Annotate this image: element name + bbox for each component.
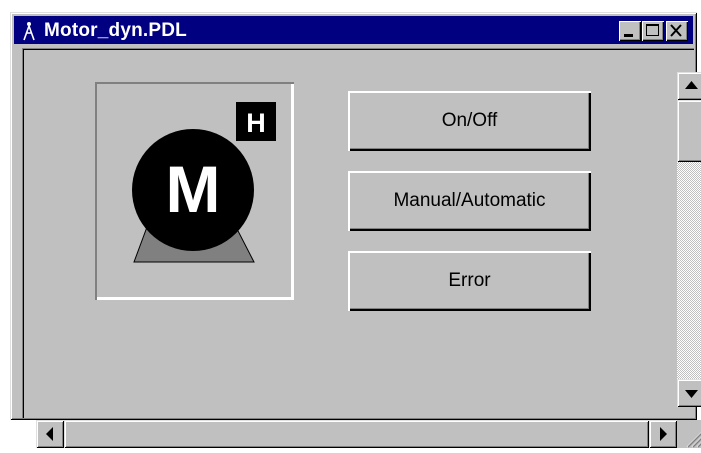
pdl-app-icon <box>23 22 35 41</box>
minimize-icon <box>624 34 633 37</box>
close-icon <box>670 24 682 37</box>
on-off-button[interactable]: On/Off <box>348 91 591 151</box>
window: Motor_dyn.PDL M H On/Off Manual/Automati… <box>10 12 701 448</box>
horizontal-scroll-thumb[interactable] <box>64 420 649 448</box>
arrow-up-icon <box>685 81 698 89</box>
vertical-scroll-thumb[interactable] <box>677 100 701 162</box>
arrow-right-icon <box>660 427 667 441</box>
maximize-icon <box>646 24 659 36</box>
picture-area: M H On/Off Manual/Automatic Error <box>22 48 701 448</box>
close-button[interactable] <box>666 21 688 41</box>
title-bar[interactable]: Motor_dyn.PDL <box>14 16 693 44</box>
maximize-button[interactable] <box>642 21 664 41</box>
scroll-down-button[interactable] <box>677 379 701 407</box>
motor-letter: M <box>166 152 221 226</box>
horizontal-scrollbar[interactable] <box>36 420 677 448</box>
motor-symbol: M H <box>132 102 276 263</box>
size-grip-icon <box>686 432 701 448</box>
arrow-down-icon <box>685 390 698 398</box>
scroll-up-button[interactable] <box>677 72 701 100</box>
scroll-left-button[interactable] <box>36 420 64 448</box>
mode-letter: H <box>246 108 266 138</box>
size-grip[interactable] <box>677 420 701 448</box>
arrow-left-icon <box>46 427 53 441</box>
manual-automatic-button[interactable]: Manual/Automatic <box>348 171 591 231</box>
window-title: Motor_dyn.PDL <box>44 20 187 41</box>
motor-symbol-panel: M H <box>95 82 294 300</box>
vertical-scrollbar[interactable] <box>677 72 701 407</box>
error-button[interactable]: Error <box>348 251 591 311</box>
scroll-right-button[interactable] <box>649 420 677 448</box>
minimize-button[interactable] <box>619 21 641 41</box>
